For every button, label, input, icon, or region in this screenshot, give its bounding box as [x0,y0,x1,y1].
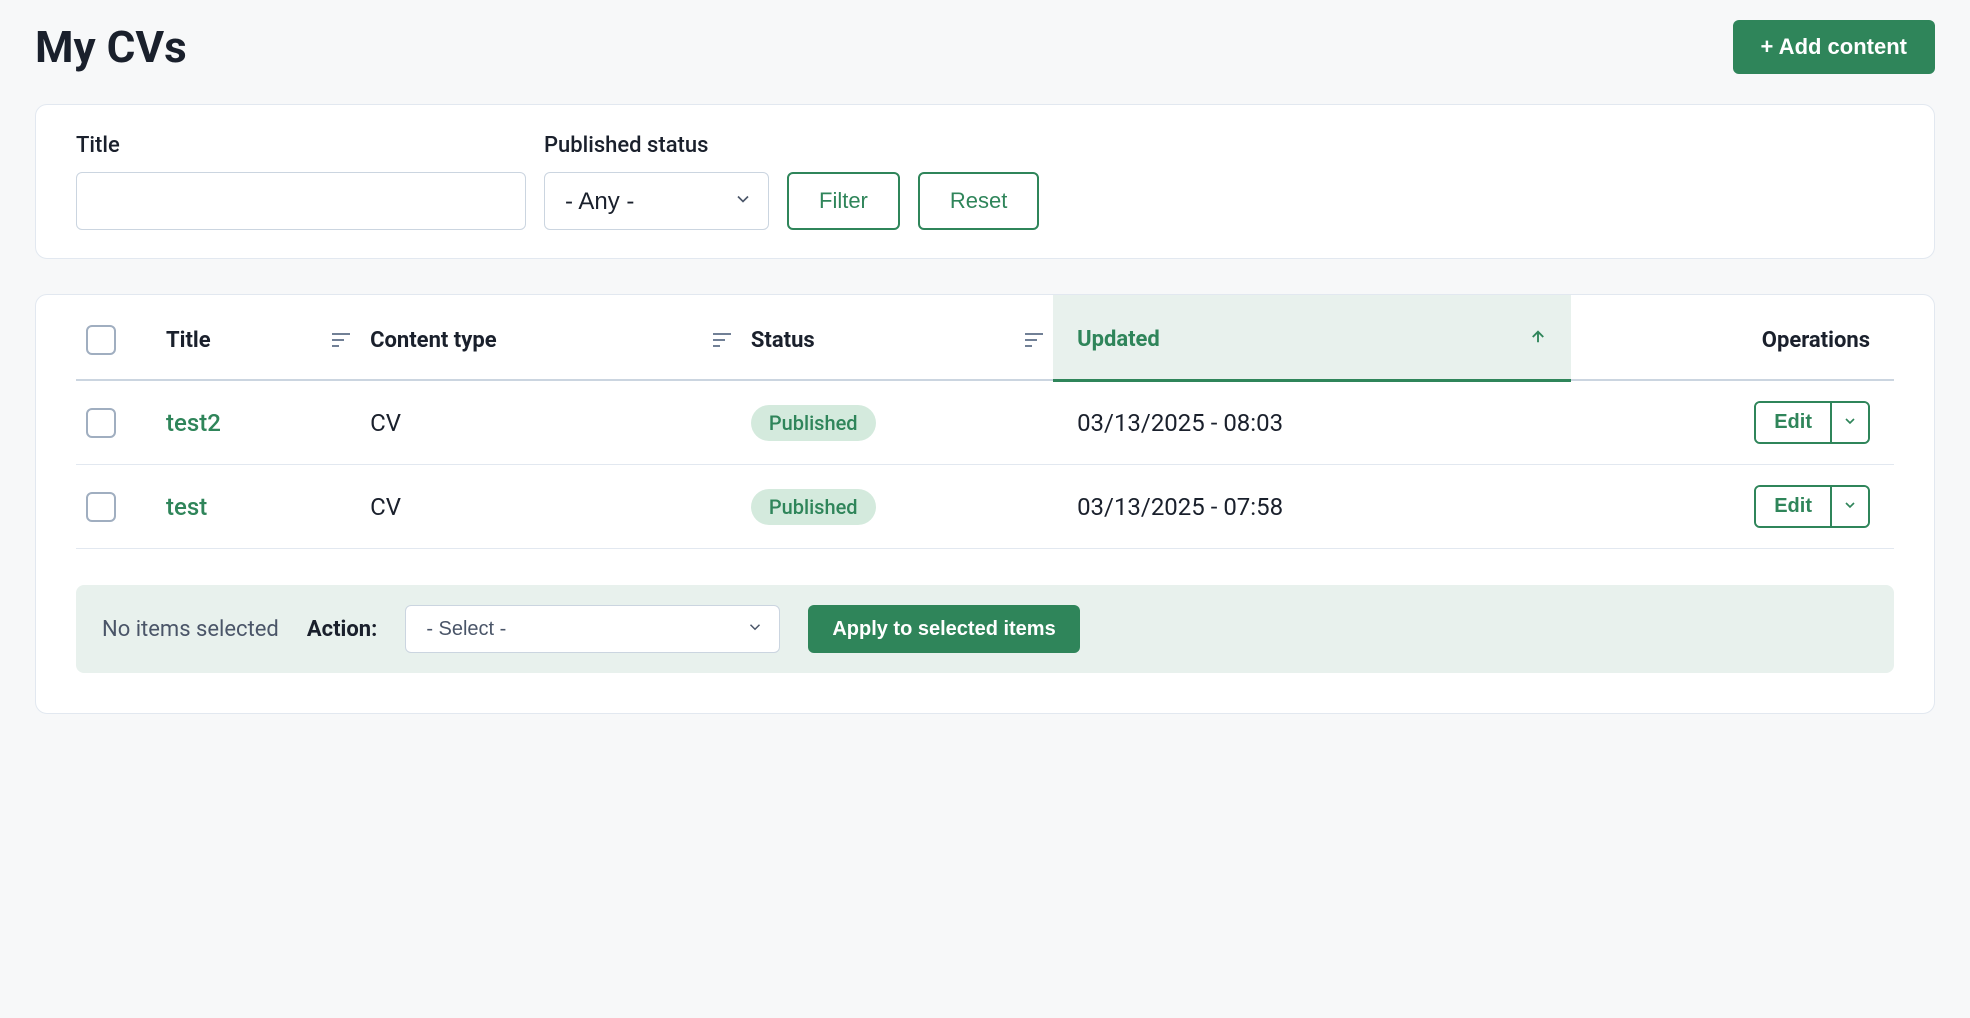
edit-dropdown-button[interactable] [1830,403,1868,442]
status-filter-label: Published status [544,133,769,158]
edit-button[interactable]: Edit [1756,403,1830,442]
row-title-link[interactable]: test [166,493,207,521]
title-filter-label: Title [76,133,526,158]
row-checkbox[interactable] [86,492,116,522]
apply-bulk-button[interactable]: Apply to selected items [808,605,1079,653]
sort-icon [1025,328,1043,353]
column-header-title[interactable]: Title [156,295,360,380]
filter-button[interactable]: Filter [787,172,900,230]
table-row: test CV Published 03/13/2025 - 07:58 Edi… [76,465,1894,549]
row-content-type: CV [360,380,741,465]
action-label: Action: [307,617,377,642]
row-title-link[interactable]: test2 [166,409,221,437]
column-header-updated[interactable]: Updated [1053,295,1571,380]
row-checkbox[interactable] [86,408,116,438]
column-header-content-type[interactable]: Content type [360,295,741,380]
status-badge: Published [751,489,876,525]
row-content-type: CV [360,465,741,549]
title-filter-input[interactable] [76,172,526,230]
bulk-action-bar: No items selected Action: - Select - App… [76,585,1894,673]
edit-dropdown-button[interactable] [1830,487,1868,526]
row-updated: 03/13/2025 - 08:03 [1053,380,1571,465]
page-title: My CVs [35,21,187,73]
row-updated: 03/13/2025 - 07:58 [1053,465,1571,549]
content-table-panel: Title Content type [35,294,1935,714]
column-header-operations: Operations [1571,295,1894,380]
arrow-up-icon [1529,327,1547,352]
chevron-down-icon [1842,413,1858,432]
add-content-button[interactable]: + Add content [1733,20,1935,74]
bulk-action-select[interactable]: - Select - [405,605,780,653]
filter-panel: Title Published status - Any - Filter Re… [35,104,1935,259]
selection-count-text: No items selected [102,617,279,642]
content-table: Title Content type [76,295,1894,549]
chevron-down-icon [1842,497,1858,516]
table-row: test2 CV Published 03/13/2025 - 08:03 Ed… [76,380,1894,465]
select-all-checkbox[interactable] [86,325,116,355]
status-filter-select[interactable]: - Any - [544,172,769,230]
reset-button[interactable]: Reset [918,172,1039,230]
sort-icon [713,328,731,353]
column-header-status[interactable]: Status [741,295,1053,380]
status-badge: Published [751,405,876,441]
edit-button[interactable]: Edit [1756,487,1830,526]
sort-icon [332,328,350,353]
